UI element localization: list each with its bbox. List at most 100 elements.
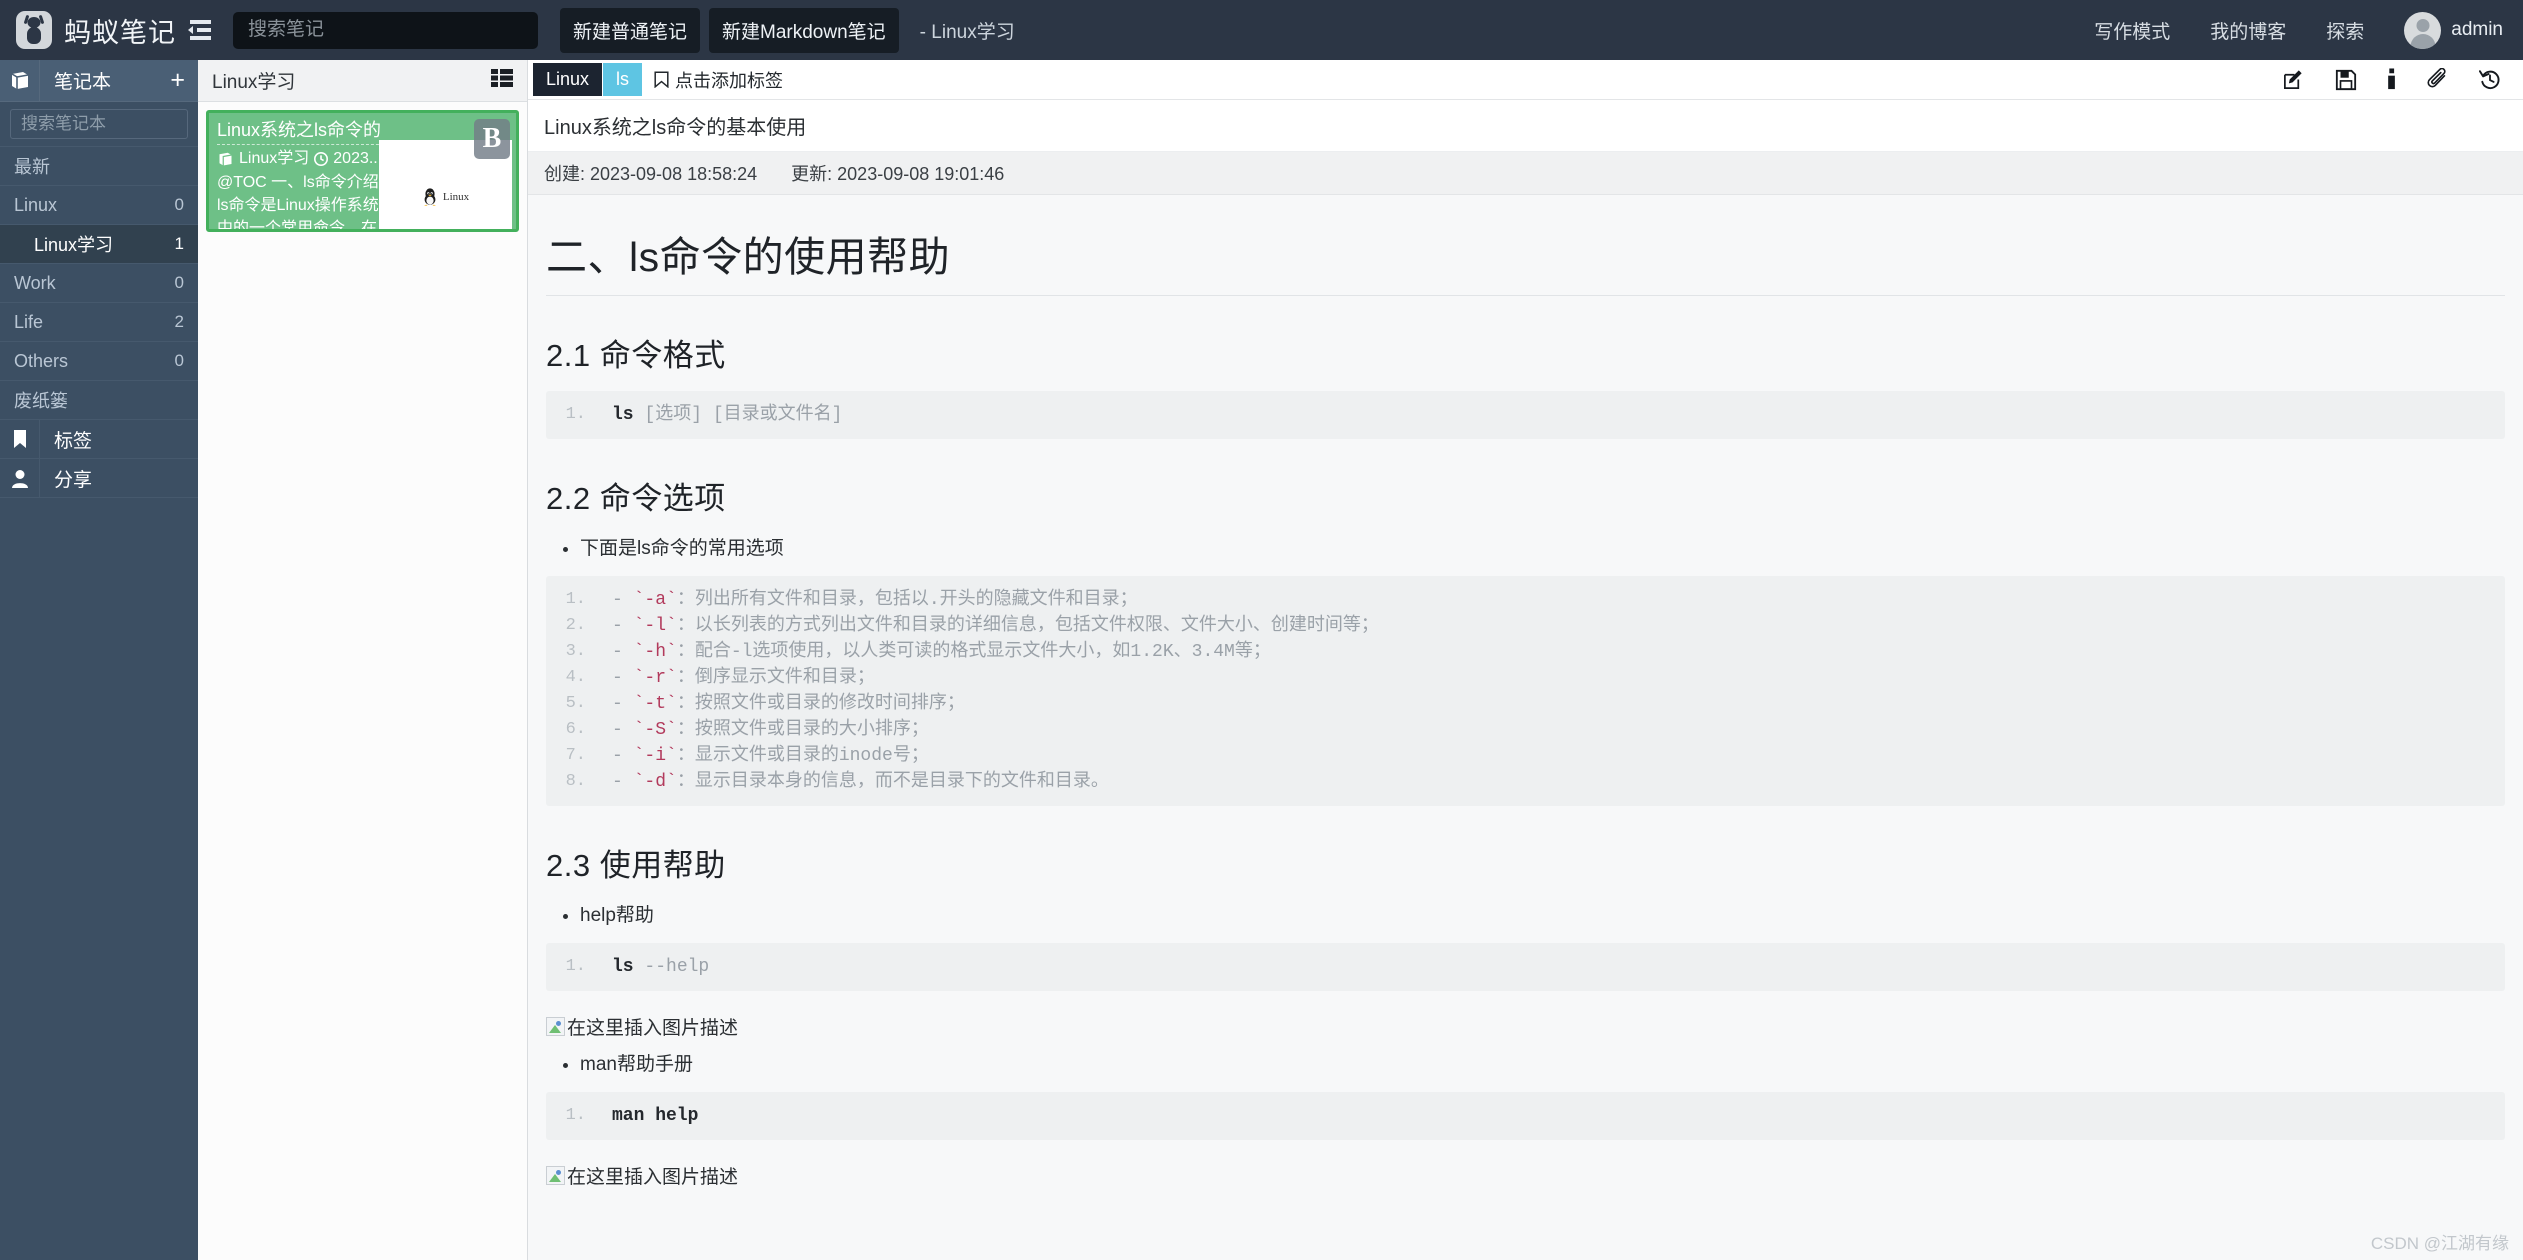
sidebar-item-label: Work xyxy=(14,272,56,293)
broken-image-icon xyxy=(546,1166,565,1185)
sidebar-item-label: 最新 xyxy=(14,157,50,177)
code-token-flag: `-i` xyxy=(633,746,677,766)
code-line: 3. - `-h`：配合-l选项使用，以人类可读的格式显示文件大小，如1.2K、… xyxy=(546,639,2505,665)
tag-ls[interactable]: ls xyxy=(603,63,643,96)
code-token-command: ls xyxy=(612,405,634,425)
sidebar-item-label: 废纸篓 xyxy=(14,391,68,411)
sidebar-item-label: Linux xyxy=(14,194,58,215)
code-token-flag: `-S` xyxy=(633,720,677,740)
code-line-number: 7. xyxy=(565,746,586,765)
code-line: 8. - `-d`：显示目录本身的信息，而不是目录下的文件和目录。 xyxy=(546,769,2505,795)
sidebar-item-count: 0 xyxy=(174,351,184,370)
code-line: 1. ls [选项] [目录或文件名] xyxy=(546,402,2505,428)
sidebar-item-tags[interactable]: 标签 xyxy=(0,419,198,458)
notebook-header: 笔记本 + xyxy=(0,60,198,102)
sidebar-item-latest[interactable]: 最新 xyxy=(0,146,198,185)
add-notebook-button[interactable]: + xyxy=(170,68,185,93)
image-alt-text: 在这里插入图片描述 xyxy=(567,1018,739,1039)
code-token-args: [选项] [目录或文件名] xyxy=(633,405,843,425)
broken-image-1[interactable]: 在这里插入图片描述 xyxy=(546,1013,2505,1040)
main-body: 笔记本 + 最新 Linux 0 Linux学习 1 Work 0 xyxy=(0,60,2523,1260)
add-tag-button[interactable]: 点击添加标签 xyxy=(654,67,783,93)
code-token-desc: ：显示文件或目录的inode号； xyxy=(676,746,929,766)
code-line: 5. - `-t`：按照文件或目录的修改时间排序； xyxy=(546,691,2505,717)
info-icon[interactable] xyxy=(2387,68,2397,91)
code-token-flag: `-r` xyxy=(633,668,677,688)
code-token-command: man help xyxy=(612,1106,699,1126)
search-input[interactable] xyxy=(233,11,538,49)
brand-name: 蚂蚁笔记 xyxy=(64,17,176,48)
code-token-desc: ：显示目录本身的信息，而不是目录下的文件和目录。 xyxy=(676,772,1109,792)
heading-2-1: 2.1 命令格式 xyxy=(546,338,726,373)
note-list-panel: Linux学习 Linux系统之ls命令的 Linux学习 2023... @T… xyxy=(198,60,528,1260)
search-wrapper xyxy=(233,11,538,49)
code-token-flag: `-l` xyxy=(633,616,677,636)
add-tag-label: 点击添加标签 xyxy=(675,70,784,91)
notebook-search-input[interactable] xyxy=(10,109,188,139)
sidebar-item-linux-study[interactable]: Linux学习 1 xyxy=(0,224,198,263)
nav-explore[interactable]: 探索 xyxy=(2326,17,2364,44)
nav-my-blog[interactable]: 我的博客 xyxy=(2210,17,2286,44)
attachment-icon[interactable] xyxy=(2427,68,2449,91)
code-line: 2. - `-l`：以长列表的方式列出文件和目录的详细信息，包括文件权限、文件大… xyxy=(546,613,2505,639)
code-line-number: 4. xyxy=(565,668,586,687)
note-created-date: 创建: 2023-09-08 18:58:24 xyxy=(544,164,758,184)
new-markdown-note-button[interactable]: 新建Markdown笔记 xyxy=(709,7,899,53)
note-list-body: Linux系统之ls命令的 Linux学习 2023... @TOC 一、ls命… xyxy=(198,102,527,1260)
notebook-icon xyxy=(0,60,40,101)
tag-linux[interactable]: Linux xyxy=(533,63,603,96)
nav-writing-mode[interactable]: 写作模式 xyxy=(2094,17,2170,44)
history-icon[interactable] xyxy=(2479,68,2501,91)
note-pane: Linux ls 点击添加标签 Linux系统之ls命令的基本使用 创建: 20… xyxy=(528,60,2523,1260)
code-line-number: 1. xyxy=(565,1106,586,1125)
sidebar-item-label: Life xyxy=(14,311,44,332)
tag-bookmark-icon xyxy=(654,71,669,88)
list-item: man帮助手册 xyxy=(580,1050,2505,1080)
sidebar-item-work[interactable]: Work 0 xyxy=(0,263,198,302)
notebook-search-row xyxy=(0,102,198,146)
note-updated-date: 更新: 2023-09-08 19:01:46 xyxy=(791,164,1005,184)
code-token-flag: `-t` xyxy=(633,694,677,714)
code-line: 1. man help xyxy=(546,1103,2505,1129)
user-menu[interactable]: admin xyxy=(2404,11,2503,49)
new-note-button[interactable]: 新建普通笔记 xyxy=(560,7,701,53)
note-toolbar xyxy=(2282,68,2513,91)
note-card-date: 2023... xyxy=(333,150,383,167)
sidebar-item-trash[interactable]: 废纸篓 xyxy=(0,380,198,419)
code-line-number: 5. xyxy=(565,694,586,713)
edit-icon[interactable] xyxy=(2282,68,2305,91)
sidebar-item-linux[interactable]: Linux 0 xyxy=(0,185,198,224)
note-card-thumb-label: Linux xyxy=(442,190,470,203)
save-icon[interactable] xyxy=(2335,69,2357,91)
code-line-number: 1. xyxy=(565,590,586,609)
sidebar-item-count: 0 xyxy=(174,273,184,292)
code-token-desc: ：列出所有文件和目录，包括以.开头的隐藏文件和目录； xyxy=(676,590,1138,610)
sidebar-item-share[interactable]: 分享 xyxy=(0,458,198,497)
code-block-ls-help: 1. ls --help xyxy=(546,943,2505,991)
notebook-icon xyxy=(219,152,232,165)
sidebar-item-life[interactable]: Life 2 xyxy=(0,302,198,341)
sidebar-item-others[interactable]: Others 0 xyxy=(0,341,198,380)
list-view-icon[interactable] xyxy=(491,69,513,92)
user-name: admin xyxy=(2451,19,2503,40)
broken-image-2[interactable]: 在这里插入图片描述 xyxy=(546,1162,2505,1189)
code-token-desc: ：配合-l选项使用，以人类可读的格式显示文件大小，如1.2K、3.4M等； xyxy=(676,642,1271,662)
code-token-args: --help xyxy=(633,957,710,977)
code-line-number: 1. xyxy=(565,405,586,424)
code-line: 6. - `-S`：按照文件或目录的大小排序； xyxy=(546,717,2505,743)
list-item[interactable]: Linux系统之ls命令的 Linux学习 2023... @TOC 一、ls命… xyxy=(206,110,519,232)
code-line-number: 3. xyxy=(565,642,586,661)
code-line-number: 1. xyxy=(565,957,586,976)
brand[interactable]: 蚂蚁笔记 xyxy=(0,11,185,50)
code-block-command-format: 1. ls [选项] [目录或文件名] xyxy=(546,391,2505,439)
top-bar: 蚂蚁笔记 新建普通笔记 新建Markdown笔记 - Linux学习 写作模式 … xyxy=(0,0,2523,60)
indent-list-icon[interactable] xyxy=(185,17,215,43)
avatar xyxy=(2404,11,2442,49)
sidebar-item-label: 标签 xyxy=(54,430,93,452)
heading-section-2: 二、ls命令的使用帮助 xyxy=(546,223,2505,296)
note-tag-bar: Linux ls 点击添加标签 xyxy=(528,60,2523,100)
list-item: 下面是ls命令的常用选项 xyxy=(580,534,2505,564)
code-line: 1. - `-a`：列出所有文件和目录，包括以.开头的隐藏文件和目录； xyxy=(546,587,2505,613)
sidebar: 笔记本 + 最新 Linux 0 Linux学习 1 Work 0 xyxy=(0,60,198,1260)
note-content[interactable]: 二、ls命令的使用帮助 2.1 命令格式 1. ls [选项] [目录或文件名]… xyxy=(528,195,2523,1260)
